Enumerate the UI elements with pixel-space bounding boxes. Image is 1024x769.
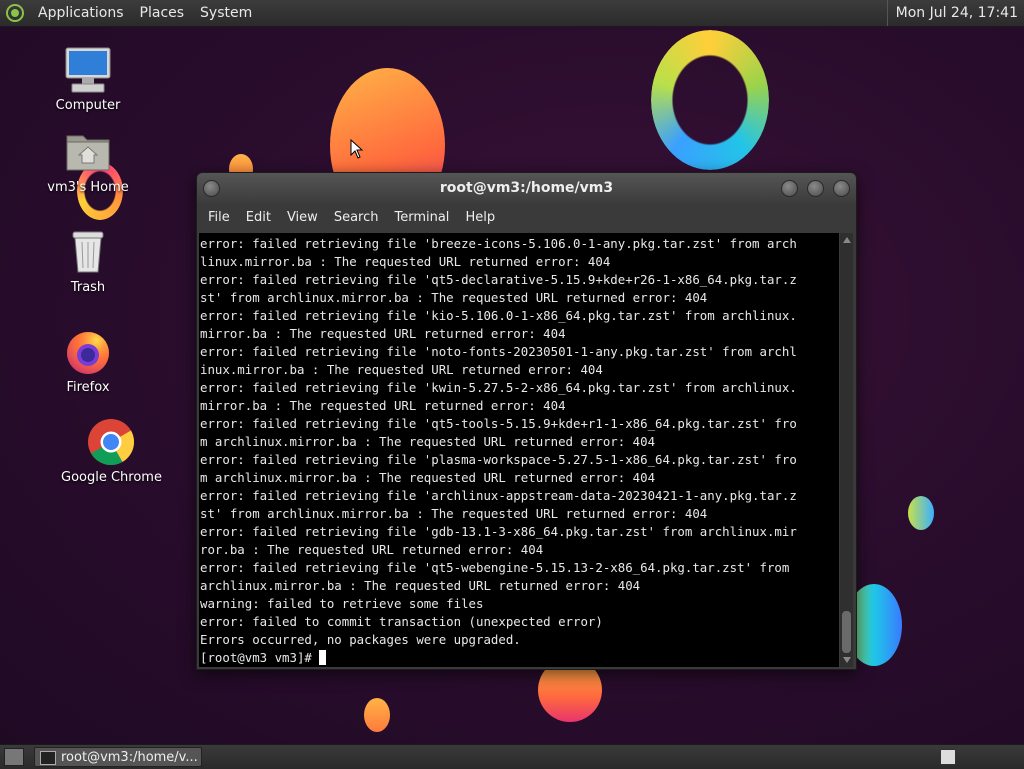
trash-icon (64, 228, 112, 276)
terminal-scrollbar[interactable] (840, 233, 853, 667)
menu-edit[interactable]: Edit (238, 210, 279, 225)
desktop-icon-home[interactable]: vm3's Home (38, 128, 138, 195)
minimize-button[interactable] (781, 180, 798, 197)
menu-file[interactable]: File (200, 210, 238, 225)
window-menu-button[interactable] (203, 180, 220, 197)
menu-terminal[interactable]: Terminal (386, 210, 457, 225)
terminal-line: inux.mirror.ba : The requested URL retur… (200, 362, 603, 377)
desktop-icon-label: Google Chrome (61, 470, 162, 485)
mouse-pointer-icon (350, 139, 364, 159)
terminal-icon (40, 751, 56, 765)
desktop-icon-label: vm3's Home (47, 180, 129, 195)
menu-applications[interactable]: Applications (30, 5, 132, 21)
home-folder-icon (64, 128, 112, 176)
terminal-line: ror.ba : The requested URL returned erro… (200, 542, 544, 557)
terminal-line: error: failed retrieving file 'qt5-tools… (200, 416, 797, 431)
terminal-line: error: failed retrieving file 'noto-font… (200, 344, 797, 359)
terminal-line: mirror.ba : The requested URL returned e… (200, 398, 566, 413)
terminal-window[interactable]: root@vm3:/home/vm3 File Edit View Search… (196, 172, 857, 670)
menu-view[interactable]: View (279, 210, 326, 225)
terminal-line: warning: failed to retrieve some files (200, 596, 484, 611)
terminal-line: error: failed retrieving file 'plasma-wo… (200, 452, 797, 467)
window-title: root@vm3:/home/vm3 (439, 180, 614, 196)
desktop-icon-computer[interactable]: Computer (38, 46, 138, 113)
terminal-line: error: failed retrieving file 'kwin-5.27… (200, 380, 797, 395)
terminal-line: error: failed to commit transaction (une… (200, 614, 603, 629)
workspace-switcher[interactable] (940, 749, 956, 765)
terminal-output[interactable]: error: failed retrieving file 'breeze-ic… (199, 233, 839, 667)
terminal-titlebar[interactable]: root@vm3:/home/vm3 (197, 173, 856, 203)
desktop-icon-trash[interactable]: Trash (38, 228, 138, 295)
terminal-line: m archlinux.mirror.ba : The requested UR… (200, 470, 656, 485)
terminal-line: mirror.ba : The requested URL returned e… (200, 326, 566, 341)
desktop-icon-chrome[interactable]: Google Chrome (61, 418, 162, 485)
terminal-text: error: failed retrieving file 'breeze-ic… (199, 233, 839, 667)
bottom-panel: root@vm3:/home/v... (0, 744, 1024, 769)
terminal-line: error: failed retrieving file 'kio-5.106… (200, 308, 797, 323)
wallpaper-green-blue-blob (908, 496, 934, 530)
top-panel: Applications Places System Mon Jul 24, 1… (0, 0, 1024, 27)
scroll-up-arrow-icon[interactable] (843, 237, 851, 243)
wallpaper-ring (651, 30, 769, 170)
distro-logo-icon[interactable] (6, 4, 24, 22)
taskbar-item-label: root@vm3:/home/v... (61, 750, 198, 765)
terminal-line: m archlinux.mirror.ba : The requested UR… (200, 434, 656, 449)
shell-prompt: [root@vm3 vm3]# (200, 650, 320, 665)
desktop-icon-firefox[interactable]: Firefox (38, 328, 138, 395)
scrollbar-thumb[interactable] (842, 611, 851, 653)
text-cursor (319, 650, 327, 665)
taskbar-item-terminal[interactable]: root@vm3:/home/v... (34, 747, 202, 767)
firefox-icon (64, 328, 112, 376)
menu-search[interactable]: Search (326, 210, 387, 225)
terminal-line: linux.mirror.ba : The requested URL retu… (200, 254, 611, 269)
desktop-icon-label: Computer (55, 98, 121, 113)
terminal-line: Errors occurred, no packages were upgrad… (200, 632, 521, 647)
desktop-icon-label: Firefox (66, 380, 110, 395)
show-desktop-icon[interactable] (4, 748, 24, 766)
terminal-line: error: failed retrieving file 'qt5-decla… (200, 272, 797, 287)
panel-clock[interactable]: Mon Jul 24, 17:41 (886, 0, 1018, 26)
terminal-line: st' from archlinux.mirror.ba : The reque… (200, 506, 708, 521)
menu-system[interactable]: System (192, 5, 260, 21)
terminal-line: error: failed retrieving file 'gdb-13.1-… (200, 524, 797, 539)
terminal-line: error: failed retrieving file 'qt5-weben… (200, 560, 790, 575)
desktop-icon-label: Trash (70, 280, 106, 295)
terminal-menubar: File Edit View Search Terminal Help (197, 203, 856, 231)
scroll-down-arrow-icon[interactable] (843, 657, 851, 663)
computer-icon (64, 46, 112, 94)
terminal-line: error: failed retrieving file 'breeze-ic… (200, 236, 797, 251)
menu-places[interactable]: Places (132, 5, 193, 21)
wallpaper-tiny-orange-blob (364, 698, 390, 732)
maximize-button[interactable] (807, 180, 824, 197)
close-button[interactable] (833, 180, 850, 197)
terminal-line: error: failed retrieving file 'archlinux… (200, 488, 797, 503)
chrome-icon (87, 418, 135, 466)
menu-help[interactable]: Help (457, 210, 503, 225)
terminal-line: archlinux.mirror.ba : The requested URL … (200, 578, 641, 593)
terminal-line: st' from archlinux.mirror.ba : The reque… (200, 290, 708, 305)
